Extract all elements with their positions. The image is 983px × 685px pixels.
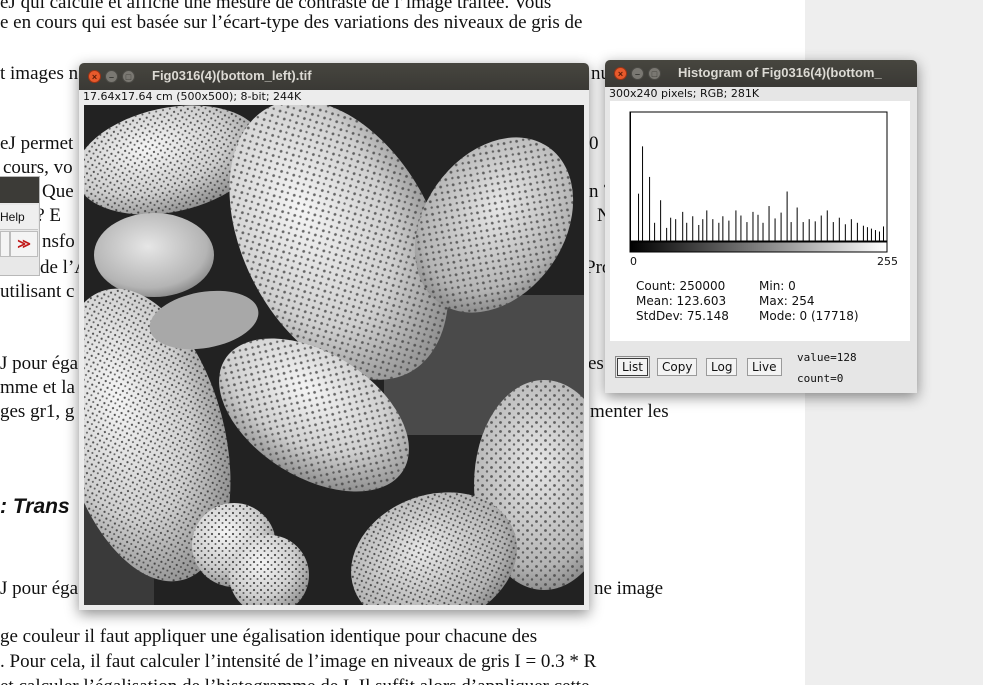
help-menu[interactable]: Help bbox=[0, 205, 38, 230]
document-text-line: e en cours qui est basée sur l’écart-typ… bbox=[0, 12, 583, 33]
imagej-toolbar: Help ≫ bbox=[0, 176, 40, 276]
toolbar-tool-button[interactable] bbox=[0, 231, 10, 257]
x-axis-min-label: 0 bbox=[630, 255, 637, 268]
close-icon[interactable]: × bbox=[614, 67, 627, 80]
stat-stddev: StdDev: 75.148 bbox=[636, 309, 729, 323]
minimize-icon[interactable]: – bbox=[105, 70, 118, 83]
stat-mean: Mean: 123.603 bbox=[636, 294, 727, 308]
pollen-grains-image bbox=[84, 105, 584, 605]
image-window-titlebar[interactable]: × – □ Fig0316(4)(bottom_left).tif bbox=[79, 63, 589, 90]
minimize-icon[interactable]: – bbox=[631, 67, 644, 80]
grayscale-lut-bar bbox=[629, 241, 888, 253]
document-text-line: ne image bbox=[594, 578, 664, 599]
document-text-line: es bbox=[588, 353, 604, 374]
document-text-line: t images n bbox=[0, 63, 79, 84]
document-text-line: 0 bbox=[589, 133, 599, 154]
maximize-icon[interactable]: □ bbox=[122, 70, 135, 83]
document-text-line: mme et la bbox=[0, 377, 75, 398]
stat-max: Max: 254 bbox=[759, 294, 815, 308]
document-text-line: et calculer l’égalisation de l’histogram… bbox=[0, 676, 589, 685]
histogram-window[interactable]: × – □ Histogram of Fig0316(4)(bottom_ 30… bbox=[605, 60, 917, 393]
live-button[interactable]: Live bbox=[747, 358, 782, 376]
copy-button[interactable]: Copy bbox=[657, 358, 698, 376]
document-text-line: Que bbox=[42, 181, 74, 202]
document-text-line: ge couleur il faut appliquer une égalisa… bbox=[0, 626, 538, 647]
x-axis-max-label: 255 bbox=[877, 255, 898, 268]
document-text-line: nsfo bbox=[42, 231, 75, 252]
more-tools-icon[interactable]: ≫ bbox=[10, 231, 38, 257]
stat-mode: Mode: 0 (17718) bbox=[759, 309, 859, 323]
imagej-toolbar-titlebar bbox=[0, 177, 39, 203]
maximize-icon[interactable]: □ bbox=[648, 67, 661, 80]
log-button[interactable]: Log bbox=[706, 358, 738, 376]
document-text-line: J pour éga bbox=[0, 578, 79, 599]
image-window-title: Fig0316(4)(bottom_left).tif bbox=[152, 68, 312, 83]
document-section-heading: : Trans bbox=[0, 495, 70, 518]
image-info: 17.64x17.64 cm (500x500); 8-bit; 244K bbox=[83, 90, 302, 103]
document-text-line: utilisant c bbox=[0, 281, 75, 302]
value-readout: value=128 bbox=[797, 351, 857, 364]
stat-count: Count: 250000 bbox=[636, 279, 726, 293]
image-canvas[interactable] bbox=[84, 105, 584, 605]
histogram-info: 300x240 pixels; RGB; 281K bbox=[609, 87, 760, 100]
document-text-line: ges gr1, g bbox=[0, 401, 75, 422]
histogram-window-titlebar[interactable]: × – □ Histogram of Fig0316(4)(bottom_ bbox=[605, 60, 917, 87]
document-text-line: eJ permet bbox=[0, 133, 74, 154]
list-button[interactable]: List bbox=[615, 356, 650, 378]
count-readout: count=0 bbox=[797, 372, 844, 385]
stat-min: Min: 0 bbox=[759, 279, 796, 293]
document-text-line: . Pour cela, il faut calculer l’intensit… bbox=[0, 651, 597, 672]
image-window[interactable]: × – □ Fig0316(4)(bottom_left).tif 17.64x… bbox=[79, 63, 589, 610]
close-icon[interactable]: × bbox=[88, 70, 101, 83]
histogram-window-title: Histogram of Fig0316(4)(bottom_ bbox=[678, 65, 882, 80]
document-text-line: J pour éga bbox=[0, 353, 79, 374]
document-text-line: menter les bbox=[590, 401, 669, 422]
histogram-frame bbox=[629, 111, 888, 242]
histogram-panel: 0 255 Count: 250000 Mean: 123.603 StdDev… bbox=[610, 101, 910, 341]
